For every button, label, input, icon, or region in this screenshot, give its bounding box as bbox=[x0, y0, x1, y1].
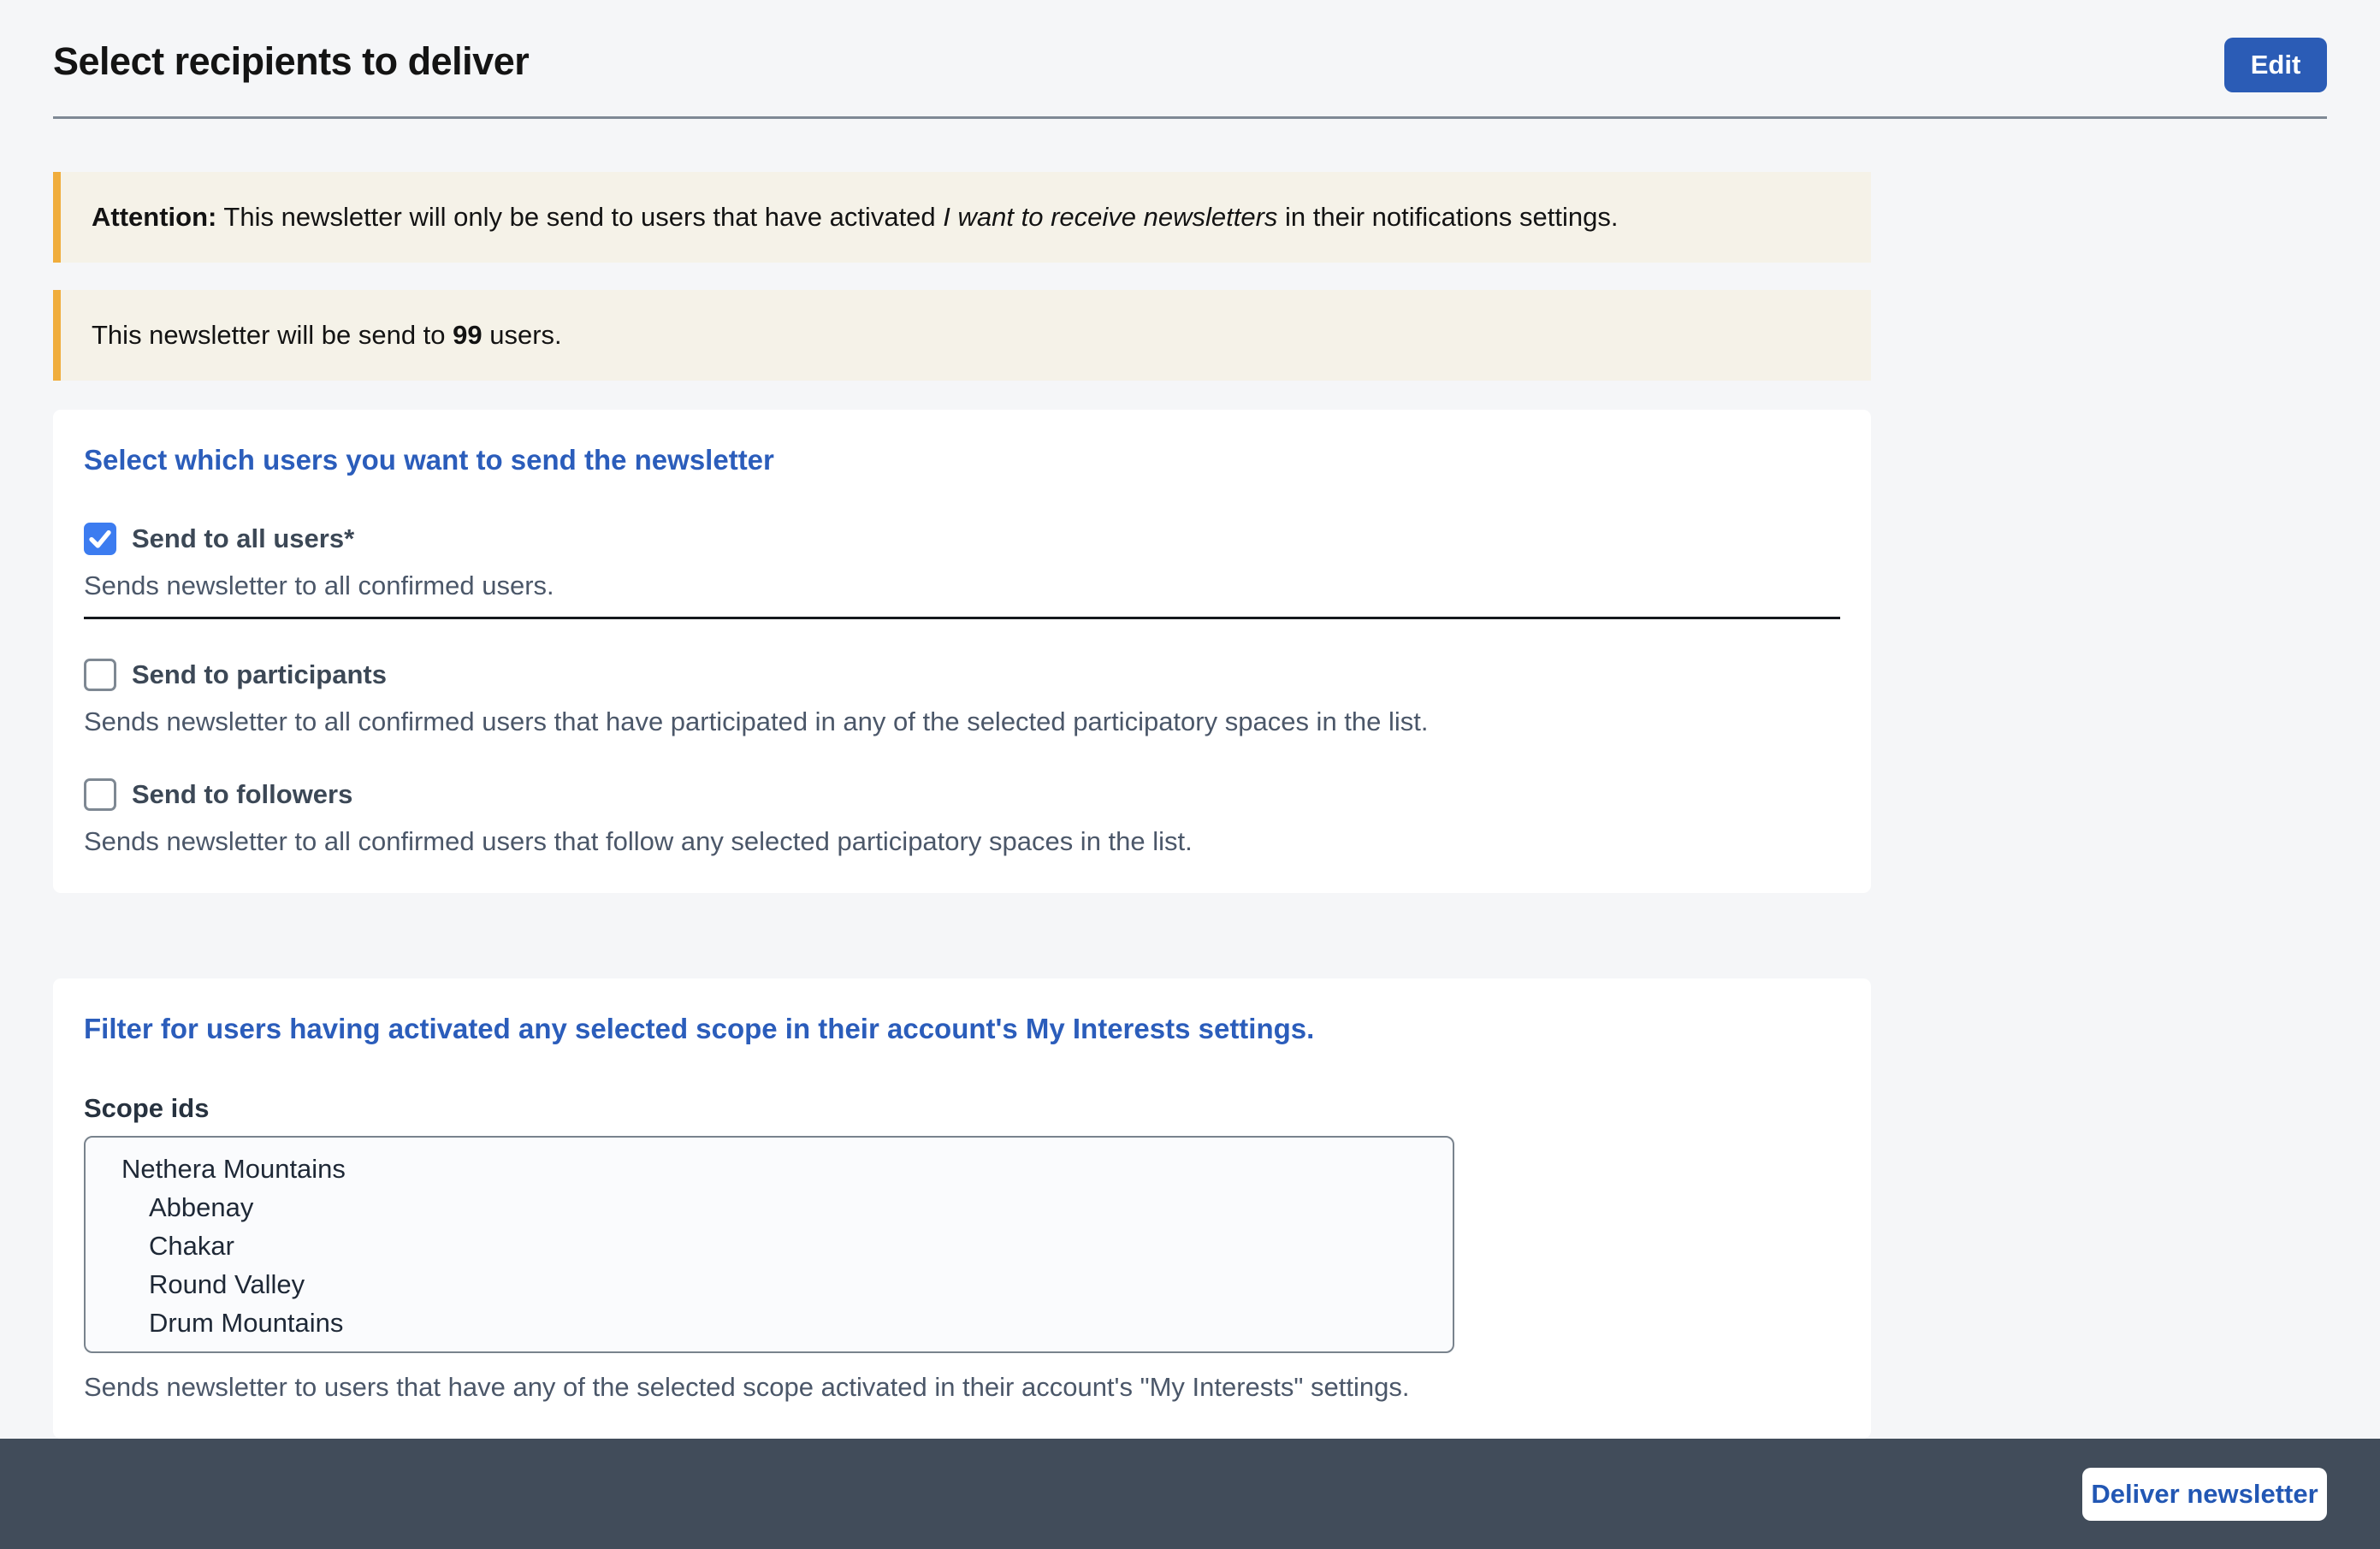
count-number: 99 bbox=[453, 320, 482, 350]
scope-filter-card: Filter for users having activated any se… bbox=[53, 978, 1871, 1439]
edit-button[interactable]: Edit bbox=[2224, 38, 2327, 92]
send-to-participants-label[interactable]: Send to participants bbox=[132, 659, 387, 690]
option-send-to-all-users[interactable]: Send to all users* bbox=[84, 523, 1840, 555]
attention-italic-text: I want to receive newsletters bbox=[943, 202, 1277, 232]
scope-filter-heading: Filter for users having activated any se… bbox=[84, 1011, 1840, 1047]
scope-option-drum-mountains[interactable]: Drum Mountains bbox=[86, 1304, 1453, 1342]
scope-option-round-valley[interactable]: Round Valley bbox=[86, 1265, 1453, 1304]
count-text: This newsletter will be send to bbox=[92, 320, 453, 350]
send-to-all-users-label[interactable]: Send to all users* bbox=[132, 523, 354, 554]
count-text-end: users. bbox=[483, 320, 562, 350]
scope-ids-help: Sends newsletter to users that have any … bbox=[84, 1370, 1840, 1404]
attention-text-end: in their notifications settings. bbox=[1277, 202, 1618, 232]
option-send-to-participants[interactable]: Send to participants bbox=[84, 659, 1840, 691]
check-icon bbox=[86, 525, 114, 553]
scope-option-abbenay[interactable]: Abbenay bbox=[86, 1188, 1453, 1227]
recipient-count-callout: This newsletter will be send to 99 users… bbox=[53, 290, 1871, 381]
scope-option-nethera-mountains[interactable]: Nethera Mountains bbox=[86, 1150, 1453, 1188]
attention-callout: Attention: This newsletter will only be … bbox=[53, 172, 1871, 263]
send-to-followers-checkbox[interactable] bbox=[84, 778, 116, 811]
page-title: Select recipients to deliver bbox=[53, 39, 2327, 84]
action-footer: Deliver newsletter bbox=[0, 1439, 2380, 1549]
attention-text: This newsletter will only be send to use… bbox=[216, 202, 943, 232]
page-header: Select recipients to deliver Edit bbox=[53, 0, 2327, 84]
recipients-heading: Select which users you want to send the … bbox=[84, 442, 1840, 478]
send-to-followers-help: Sends newsletter to all confirmed users … bbox=[84, 825, 1840, 859]
send-to-all-users-checkbox[interactable] bbox=[84, 523, 116, 555]
recipients-card: Select which users you want to send the … bbox=[53, 410, 1871, 893]
scope-ids-label: Scope ids bbox=[84, 1093, 1840, 1124]
send-to-participants-checkbox[interactable] bbox=[84, 659, 116, 691]
scope-option-wide-plain[interactable]: Wide Plain bbox=[86, 1342, 1453, 1353]
scope-option-chakar[interactable]: Chakar bbox=[86, 1227, 1453, 1265]
send-to-followers-label[interactable]: Send to followers bbox=[132, 779, 352, 810]
deliver-newsletter-button[interactable]: Deliver newsletter bbox=[2082, 1468, 2327, 1521]
scope-ids-listbox[interactable]: Nethera Mountains Abbenay Chakar Round V… bbox=[84, 1136, 1454, 1353]
header-divider bbox=[53, 116, 2327, 119]
option-send-to-followers[interactable]: Send to followers bbox=[84, 778, 1840, 811]
attention-label: Attention: bbox=[92, 202, 216, 232]
send-to-participants-help: Sends newsletter to all confirmed users … bbox=[84, 705, 1840, 739]
main-content: Select recipients to deliver Edit Attent… bbox=[0, 0, 2380, 1439]
send-to-all-users-help: Sends newsletter to all confirmed users. bbox=[84, 569, 1840, 619]
